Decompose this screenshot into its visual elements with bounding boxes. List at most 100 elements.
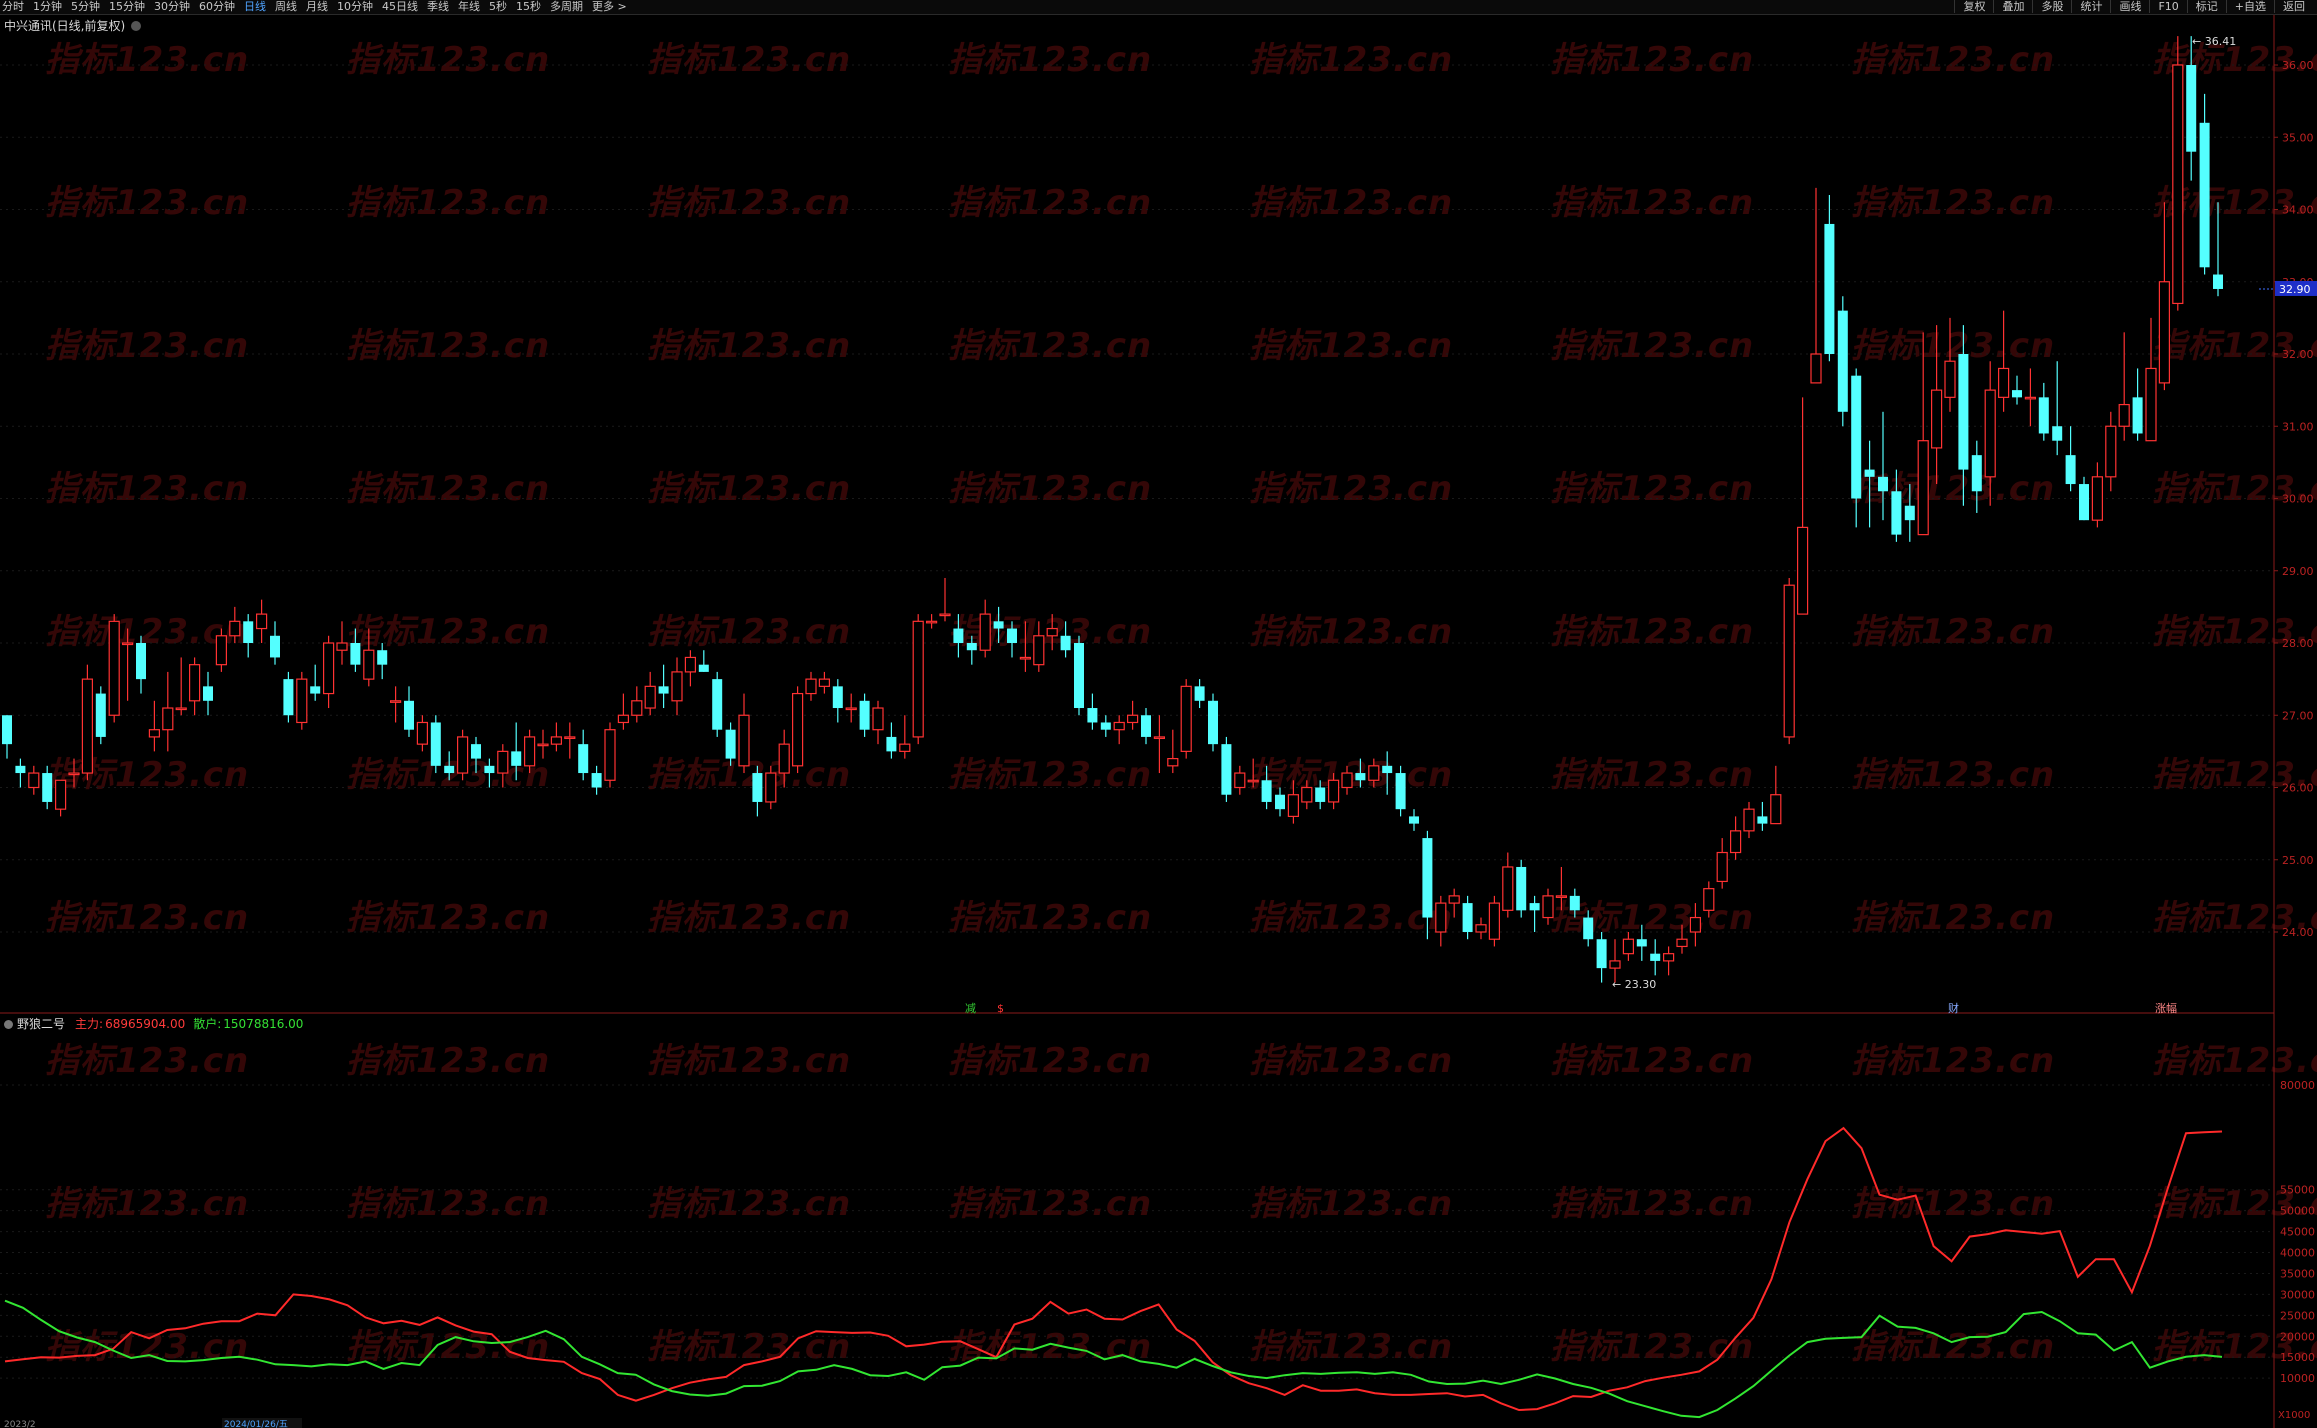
candle-body — [350, 643, 361, 665]
indicator-menu-icon[interactable] — [4, 1020, 13, 1029]
watermark-text: 指标123.cn — [2152, 183, 2317, 223]
date-label: 2023/2 — [4, 1420, 36, 1428]
period-tab[interactable]: 1分钟 — [33, 0, 62, 13]
price-tick-label: 36.00 — [2282, 59, 2314, 72]
candle-body — [336, 642, 348, 651]
watermark-text: 指标123.cn — [647, 1184, 852, 1224]
watermark-text: 指标123.cn — [948, 898, 1153, 938]
price-tick-label: 30.00 — [2282, 493, 2314, 506]
watermark-text: 指标123.cn — [1249, 612, 1454, 652]
candle-body — [899, 743, 911, 752]
watermark-text: 指标123.cn — [948, 40, 1153, 80]
candle-body — [523, 736, 536, 767]
period-tab[interactable]: 分时 — [2, 0, 24, 13]
watermark-text: 指标123.cn — [2152, 1184, 2317, 1224]
watermark-text: 指标123.cn — [45, 183, 250, 223]
settings-icon[interactable] — [131, 21, 142, 31]
toolbar-action[interactable]: 复权 — [1954, 0, 1993, 13]
candle-body — [2038, 397, 2049, 434]
period-tab[interactable]: 年线 — [458, 0, 480, 13]
watermark-text: 指标123.cn — [346, 898, 551, 938]
current-price-tag — [2275, 280, 2317, 296]
candle-body — [2213, 274, 2223, 289]
period-tab[interactable]: 45日线 — [382, 0, 418, 13]
candle-body — [1462, 903, 1473, 932]
candle-body — [2079, 484, 2089, 521]
candle-body — [872, 707, 884, 731]
candle-body — [1958, 354, 1969, 470]
watermark-text: 指标123.cn — [647, 1041, 852, 1081]
price-tick-label: 35.00 — [2282, 131, 2314, 144]
candle-body — [1516, 866, 1527, 911]
candle-body — [805, 678, 817, 695]
period-tab[interactable]: 更多 > — [592, 0, 627, 13]
indicator-name: 野狼二号 — [17, 1017, 66, 1031]
candle-body — [1046, 627, 1058, 637]
period-tab[interactable]: 10分钟 — [337, 0, 373, 13]
period-tab[interactable]: 5分钟 — [71, 0, 100, 13]
toolbar-action[interactable]: 统计 — [2071, 0, 2110, 13]
indicator-tick-label: 50000 — [2280, 1205, 2315, 1218]
toolbar-action[interactable]: 多股 — [2032, 0, 2071, 13]
period-tab[interactable]: 周线 — [275, 0, 297, 13]
candle-body — [1208, 700, 1218, 745]
toolbar-action[interactable]: 返回 — [2274, 0, 2313, 13]
period-tab[interactable]: 30分钟 — [154, 0, 190, 13]
candle-body — [1757, 816, 1768, 824]
candle-body — [617, 714, 630, 724]
candle-body — [1141, 715, 1151, 737]
candle-body — [15, 765, 26, 774]
watermark-text: 指标123.cn — [2152, 755, 2317, 795]
candle-body — [1475, 924, 1487, 933]
watermark-text: 指标123.cn — [2152, 326, 2317, 366]
watermark-text: 指标123.cn — [1851, 1184, 2056, 1224]
indicator-tick-label: 30000 — [2280, 1288, 2315, 1301]
toolbar-action[interactable]: +自选 — [2225, 0, 2274, 13]
stock-chart[interactable]: 36.00 35.00 34.00 33.00 32.00 31.00 30.00 29.00… — [0, 0, 2317, 1428]
watermark-text: 指标123.cn — [1550, 1041, 1755, 1081]
event-marker: 涨幅 — [2155, 1002, 2177, 1015]
watermark-text: 指标123.cn — [647, 40, 852, 80]
period-tab[interactable]: 日线 — [244, 0, 266, 13]
watermark-text: 指标123.cn — [45, 469, 250, 509]
candle-body — [1729, 830, 1742, 854]
watermark-text: 指标123.cn — [948, 1041, 1153, 1081]
period-tab[interactable]: 15分钟 — [109, 0, 145, 13]
candle-body — [1743, 808, 1755, 832]
candle-body — [859, 700, 870, 730]
toolbar-action[interactable]: 叠加 — [1993, 0, 2032, 13]
period-tab[interactable]: 季线 — [427, 0, 449, 13]
candle-body — [1796, 526, 1809, 615]
period-tab[interactable]: 多周期 — [550, 0, 583, 13]
candle-body — [1221, 744, 1232, 795]
period-tab[interactable]: 15秒 — [516, 0, 541, 13]
candle-body — [28, 772, 40, 789]
period-tab[interactable]: 5秒 — [489, 0, 507, 13]
candle-body — [1971, 455, 1982, 492]
toolbar-action[interactable]: F10 — [2149, 0, 2186, 13]
candle-body — [1341, 772, 1353, 789]
candle-body — [698, 664, 709, 672]
candle-body — [818, 678, 831, 687]
period-tab[interactable]: 60分钟 — [199, 0, 235, 13]
indicator-title: 野狼二号 主力: 68965904.00 散户: 15078816.00 — [4, 1015, 303, 1032]
candle-body — [430, 722, 441, 766]
candle-body — [1689, 916, 1702, 933]
main-force-line — [4, 1126, 2223, 1412]
candle-body — [1930, 389, 1943, 449]
main-force-label: 主力: — [75, 1017, 104, 1031]
watermark-text: 指标123.cn — [1249, 1041, 1454, 1081]
watermark-text: 指标123.cn — [1851, 40, 2056, 80]
candle-body — [1609, 960, 1621, 969]
candle-body — [1583, 917, 1594, 940]
price-tick-label: 33.00 — [2282, 276, 2314, 289]
period-toolbar: 分时 1分钟 5分钟 15分钟 30分钟 60分钟 日线 周线 月线 10分钟 45日线 季线 年线 5秒… — [0, 0, 2317, 15]
date-cursor-label: 2024/01/26/五 — [224, 1420, 288, 1428]
candle-body — [1074, 643, 1084, 709]
toolbar-action[interactable]: 标记 — [2186, 0, 2226, 13]
period-tab[interactable]: 月线 — [306, 0, 328, 13]
candle-body — [1167, 757, 1179, 767]
candle-body — [136, 643, 146, 680]
candle-body — [390, 700, 402, 703]
toolbar-action[interactable]: 画线 — [2110, 0, 2149, 13]
